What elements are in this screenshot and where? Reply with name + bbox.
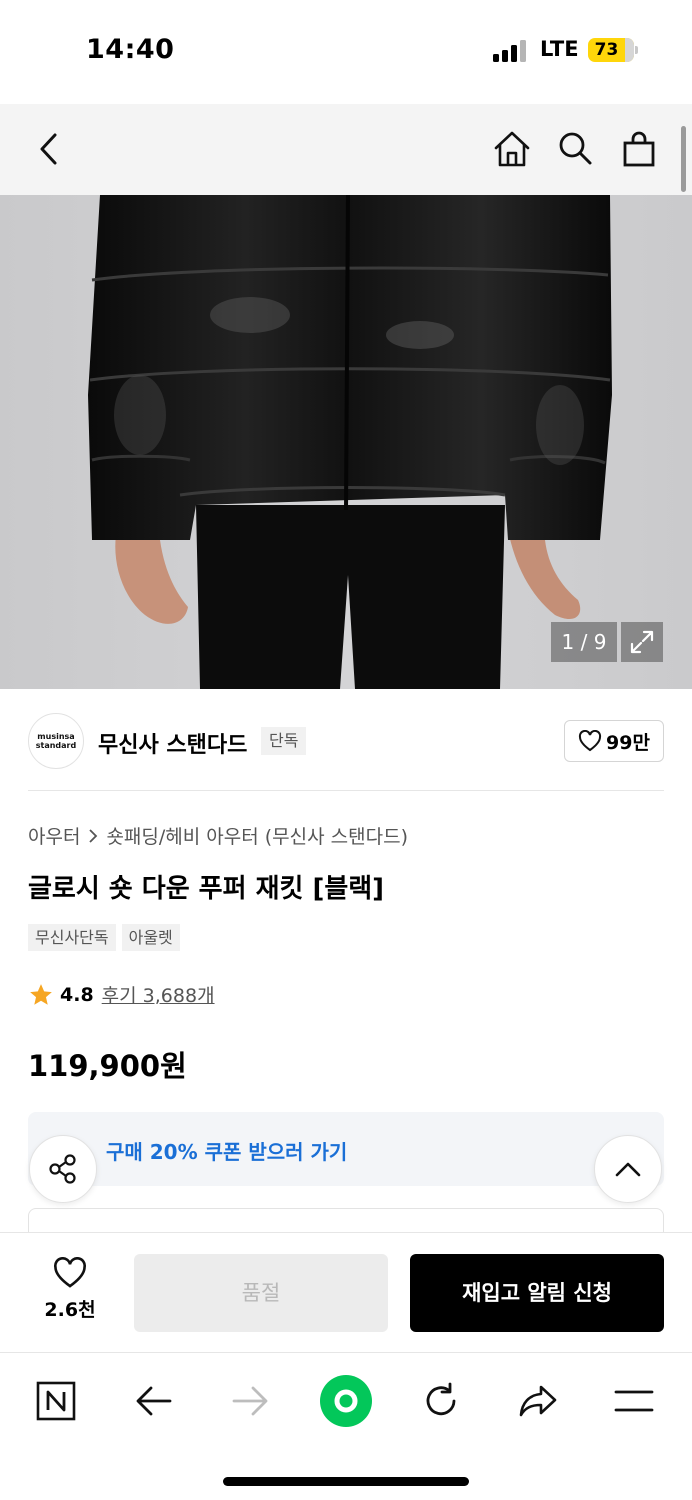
- product-tag: 아울렛: [121, 924, 180, 951]
- share-button[interactable]: [29, 1135, 97, 1203]
- product-tag: 무신사단독: [28, 924, 116, 951]
- battery-nub: [635, 46, 638, 54]
- review-link[interactable]: 후기 3,688개: [102, 981, 215, 1008]
- network-type: LTE: [540, 37, 579, 61]
- menu-icon: [614, 1390, 654, 1412]
- cart-button[interactable]: [616, 126, 662, 172]
- share-page-button[interactable]: [508, 1371, 568, 1431]
- brand-logo[interactable]: musinsa standard: [28, 713, 84, 769]
- refresh-button[interactable]: [411, 1371, 471, 1431]
- puffer-jacket-image: [88, 195, 612, 689]
- battery-icon: 73: [588, 38, 634, 62]
- brand-row: musinsa standard 무신사 스탠다드 단독 99만: [28, 713, 664, 771]
- arrow-left-icon: [136, 1386, 172, 1416]
- breadcrumb: 아우터 숏패딩/헤비 아우터 (무신사 스탠다드): [28, 822, 408, 849]
- exclusive-badge: 단독: [261, 727, 307, 755]
- signal-icon: [493, 40, 527, 62]
- chevron-right-icon: [89, 828, 98, 843]
- back-icon: [40, 133, 57, 165]
- restock-alert-button[interactable]: 재입고 알림 신청: [410, 1254, 664, 1332]
- browser-toolbar: [0, 1352, 692, 1500]
- chevron-up-icon: [615, 1162, 641, 1177]
- rating: 4.8 후기 3,688개: [28, 981, 215, 1008]
- breadcrumb-item[interactable]: 숏패딩/헤비 아우터 (무신사 스탠다드): [106, 822, 408, 849]
- share-icon: [49, 1154, 76, 1184]
- expand-image-button[interactable]: [621, 622, 663, 662]
- expand-icon: [630, 630, 654, 654]
- home-icon: [494, 131, 530, 167]
- brand-name[interactable]: 무신사 스탠다드: [98, 727, 247, 759]
- menu-button[interactable]: [604, 1371, 664, 1431]
- naver-button[interactable]: [26, 1371, 86, 1431]
- arrow-right-icon: [232, 1386, 268, 1416]
- scrollbar[interactable]: [681, 126, 686, 192]
- heart-icon: [578, 730, 602, 752]
- forward-share-icon: [519, 1385, 557, 1417]
- purchase-bar: 2.6천 품절 재입고 알림 신청: [0, 1232, 692, 1352]
- divider: [28, 790, 664, 791]
- image-counter: 1 / 9: [551, 622, 617, 662]
- product-price: 119,900원: [28, 1049, 187, 1083]
- search-icon: [559, 132, 592, 165]
- app-header: [0, 104, 692, 195]
- home-indicator[interactable]: [223, 1477, 469, 1486]
- brand-like-button[interactable]: 99만: [564, 720, 664, 762]
- brand-like-count: 99만: [606, 731, 650, 754]
- back-button[interactable]: [26, 126, 72, 172]
- bag-icon: [623, 131, 655, 167]
- brand-logo-line1: musinsa: [37, 732, 75, 741]
- refresh-icon: [426, 1382, 456, 1416]
- coupon-banner[interactable]: 구매 20% 쿠폰 받으러 가기: [28, 1112, 664, 1186]
- brand-logo-line2: standard: [35, 741, 77, 750]
- breadcrumb-item[interactable]: 아우터: [28, 822, 80, 849]
- browser-back-button[interactable]: [124, 1371, 184, 1431]
- product-image[interactable]: [0, 195, 692, 689]
- wish-count: 2.6천: [44, 1299, 96, 1321]
- product-title: 글로시 숏 다운 푸퍼 재킷 [블랙]: [28, 874, 385, 904]
- green-dot-icon: [320, 1375, 372, 1427]
- star-icon: [30, 983, 52, 1005]
- soldout-button[interactable]: 품절: [134, 1254, 388, 1332]
- product-tags: 무신사단독 아울렛: [28, 924, 180, 951]
- heart-icon: [54, 1257, 86, 1288]
- home-button[interactable]: [489, 126, 535, 172]
- search-button[interactable]: [552, 126, 598, 172]
- scroll-top-button[interactable]: [594, 1135, 662, 1203]
- battery-level: 73: [594, 40, 619, 60]
- status-bar: 14:40 LTE 73: [0, 0, 692, 104]
- coupon-text: 구매 20% 쿠폰 받으러 가기: [106, 1140, 348, 1164]
- naver-icon: [36, 1381, 76, 1421]
- browser-forward-button[interactable]: [220, 1371, 280, 1431]
- rating-score: 4.8: [60, 983, 94, 1006]
- green-dot-button[interactable]: [316, 1371, 376, 1431]
- wish-button[interactable]: 2.6천: [30, 1257, 110, 1327]
- status-time: 14:40: [86, 34, 175, 65]
